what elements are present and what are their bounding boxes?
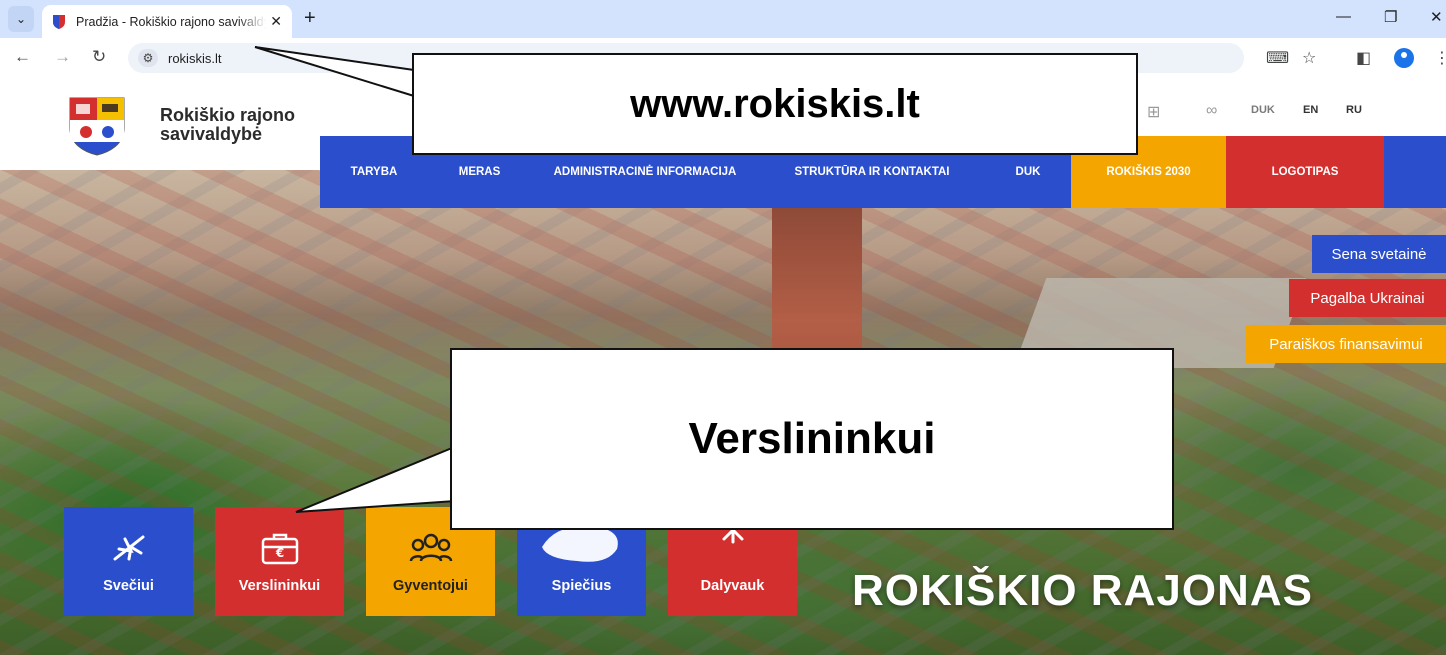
brand-name[interactable]: Rokiškio rajono savivaldybė [160,106,295,144]
minimize-icon[interactable]: — [1336,8,1351,25]
tile-label: Gyventojui [393,578,468,594]
new-tab-button[interactable]: + [304,8,316,28]
brand-line-1: Rokiškio rajono [160,105,296,125]
tile-label: Verslininkui [238,578,321,594]
tab-title: Pradžia - Rokiškio rajono savivaldybė [76,14,266,29]
forward-icon[interactable]: → [54,47,71,67]
nav-logotipas[interactable]: LOGOTIPAS [1226,136,1384,208]
profile-avatar-icon[interactable] [1394,48,1414,68]
svg-text:€: € [274,546,283,560]
tile-label: Dalyvauk [700,578,765,594]
glasses-icon[interactable]: ∞ [1206,102,1217,120]
site-favicon-icon [53,15,65,29]
lang-en-link[interactable]: EN [1303,104,1318,116]
coat-of-arms-logo[interactable] [68,96,126,156]
tab-strip: ⌄ Pradžia - Rokiškio rajono savivaldybė … [0,0,1446,38]
people-icon [409,533,452,562]
hero-title: ROKIŠKIO RAJONAS [852,566,1313,615]
briefcase-euro-icon: € [261,533,298,565]
airplane-icon [113,535,144,561]
tile-verslininkui[interactable]: € Verslininkui [215,507,344,616]
browser-menu-icon[interactable]: ⋮ [1434,48,1446,68]
bookmark-star-icon[interactable]: ☆ [1302,48,1316,68]
tile-label: Spiečius [551,578,612,594]
lang-ru-link[interactable]: RU [1346,104,1362,116]
tab-search-icon[interactable]: ⌄ [8,6,34,32]
sitemap-icon[interactable]: ⊞ [1147,102,1160,122]
translate-icon[interactable]: ⌨ [1266,48,1289,68]
faq-link[interactable]: DUK [1251,104,1275,116]
close-window-icon[interactable]: ✕ [1430,8,1443,26]
tile-sveciui[interactable]: Svečiui [64,507,193,616]
browser-tab[interactable]: Pradžia - Rokiškio rajono savivaldybė ✕ [42,5,292,38]
url-text[interactable]: rokiskis.lt [168,51,221,66]
old-site-button[interactable]: Sena svetainė [1312,235,1446,273]
close-tab-icon[interactable]: ✕ [270,13,282,30]
side-panel-icon[interactable]: ◧ [1356,48,1371,68]
restore-icon[interactable]: ❐ [1384,8,1397,26]
site-info-icon[interactable]: ⚙ [138,49,158,67]
tile-label: Svečiui [103,578,154,594]
nav-more[interactable] [1384,136,1446,208]
funding-applications-button[interactable]: Paraiškos finansavimui [1246,325,1446,363]
ukraine-help-button[interactable]: Pagalba Ukrainai [1289,279,1446,317]
url-callout: www.rokiskis.lt [412,53,1138,155]
brand-line-2: savivaldybė [160,124,263,144]
back-icon[interactable]: ← [14,47,31,67]
reload-icon[interactable]: ↻ [92,47,106,67]
button-callout: Verslininkui [450,348,1174,530]
